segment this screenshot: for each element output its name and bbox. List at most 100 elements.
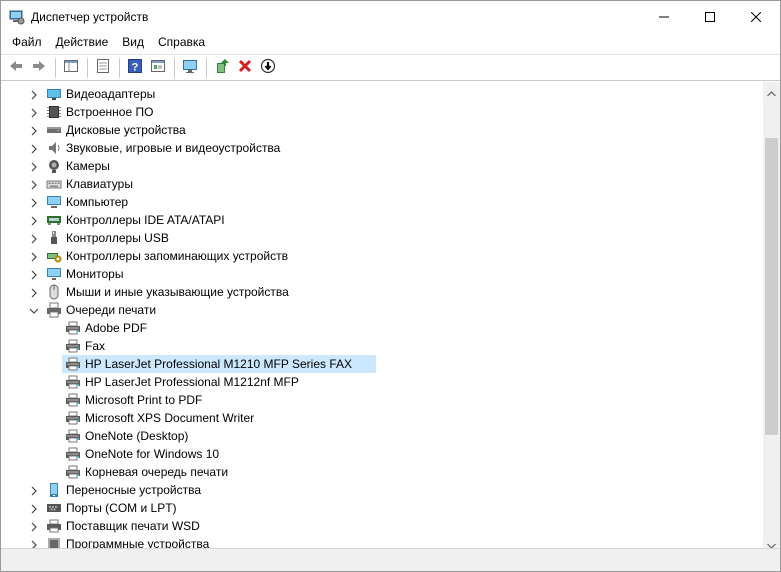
- tree-device-row[interactable]: HP LaserJet Professional M1210 MFP Serie…: [1, 355, 763, 373]
- tree-category-row[interactable]: Переносные устройства: [1, 481, 763, 499]
- device-props-icon: [150, 58, 166, 77]
- printer-icon: [65, 446, 81, 462]
- properties-pane-icon: [63, 58, 79, 77]
- chevron-right-icon[interactable]: [29, 107, 39, 118]
- printer-icon: [65, 338, 81, 354]
- menu-action[interactable]: Действие: [49, 32, 116, 53]
- disable-device-button[interactable]: [257, 57, 279, 79]
- disable-device-icon: [260, 58, 276, 77]
- status-bar: [1, 548, 780, 571]
- tree-category-row[interactable]: Видеоадаптеры: [1, 85, 763, 103]
- monitor-scan-icon: [182, 58, 198, 77]
- chevron-right-icon[interactable]: [29, 269, 39, 280]
- tree-row-label: Компьютер: [66, 195, 129, 209]
- chevron-right-icon[interactable]: [29, 287, 39, 298]
- back-button[interactable]: [5, 57, 27, 79]
- tree-category-row[interactable]: Звуковые, игровые и видеоустройства: [1, 139, 763, 157]
- vertical-scrollbar[interactable]: [763, 82, 780, 549]
- uninstall-button[interactable]: [234, 57, 256, 79]
- tree-row-label: HP LaserJet Professional M1210 MFP Serie…: [85, 357, 353, 371]
- port-icon: [46, 500, 62, 516]
- keyboard-icon: [46, 176, 62, 192]
- maximize-button[interactable]: [687, 1, 733, 32]
- tree-device-row[interactable]: Microsoft Print to PDF: [1, 391, 763, 409]
- tree-category-row[interactable]: Порты (COM и LPT): [1, 499, 763, 517]
- tree-row-label: Видеоадаптеры: [66, 87, 156, 101]
- chevron-right-icon[interactable]: [29, 125, 39, 136]
- tree-device-row[interactable]: OneNote (Desktop): [1, 427, 763, 445]
- chevron-right-icon[interactable]: [29, 161, 39, 172]
- tree-row-label: OneNote (Desktop): [85, 429, 189, 443]
- device-tree[interactable]: Видеоадаптеры Встроенное ПО Дисковые устро…: [1, 82, 763, 548]
- print-queue-icon: [46, 302, 62, 318]
- tree-device-row[interactable]: Корневая очередь печати: [1, 463, 763, 481]
- software-device-icon: [46, 536, 62, 548]
- tree-device-row[interactable]: Fax: [1, 337, 763, 355]
- toolbar-separator: [55, 57, 56, 78]
- title-bar[interactable]: Диспетчер устройств: [1, 1, 780, 32]
- scan-hardware-button[interactable]: [179, 57, 201, 79]
- chevron-right-icon[interactable]: [29, 179, 39, 190]
- tree-row-label: Поставщик печати WSD: [66, 519, 200, 533]
- chevron-right-icon[interactable]: [29, 233, 39, 244]
- svg-text:?: ?: [132, 62, 139, 74]
- menu-file[interactable]: Файл: [5, 32, 49, 53]
- chevron-right-icon[interactable]: [29, 143, 39, 154]
- tree-row-label: Контроллеры IDE ATA/ATAPI: [66, 213, 225, 227]
- printer-icon: [65, 410, 81, 426]
- camera-icon: [46, 158, 62, 174]
- tree-row-label: Контроллеры USB: [66, 231, 169, 245]
- tree-category-row[interactable]: Контроллеры USB: [1, 229, 763, 247]
- chevron-down-icon[interactable]: [29, 305, 39, 315]
- device-properties-button[interactable]: [147, 57, 169, 79]
- tree-category-row[interactable]: Контроллеры IDE ATA/ATAPI: [1, 211, 763, 229]
- tree-category-row[interactable]: Поставщик печати WSD: [1, 517, 763, 535]
- chevron-right-icon[interactable]: [29, 89, 39, 100]
- tree-device-row[interactable]: OneNote for Windows 10: [1, 445, 763, 463]
- tree-category-row[interactable]: Компьютер: [1, 193, 763, 211]
- printer-icon: [65, 320, 81, 336]
- chevron-right-icon[interactable]: [29, 215, 39, 226]
- ide-controller-icon: [46, 212, 62, 228]
- minimize-button[interactable]: [641, 1, 687, 32]
- printer-icon: [65, 428, 81, 444]
- chevron-right-icon[interactable]: [29, 521, 39, 532]
- chevron-right-icon[interactable]: [29, 197, 39, 208]
- tree-category-row[interactable]: Дисковые устройства: [1, 121, 763, 139]
- disk-drive-icon: [46, 122, 62, 138]
- tree-category-row[interactable]: Камеры: [1, 157, 763, 175]
- tree-category-row[interactable]: Встроенное ПО: [1, 103, 763, 121]
- chevron-right-icon[interactable]: [29, 251, 39, 262]
- help-button[interactable]: ?: [124, 57, 146, 79]
- tree-category-row[interactable]: Мониторы: [1, 265, 763, 283]
- menu-view[interactable]: Вид: [115, 32, 151, 53]
- chevron-right-icon[interactable]: [29, 503, 39, 514]
- scroll-up-icon[interactable]: [767, 86, 776, 100]
- chevron-right-icon[interactable]: [29, 539, 39, 548]
- printer-icon: [65, 464, 81, 480]
- tree-row-label: Порты (COM и LPT): [66, 501, 177, 515]
- printer-icon: [65, 356, 81, 372]
- tree-category-row[interactable]: Очереди печати: [1, 301, 763, 319]
- tree-category-row[interactable]: Клавиатуры: [1, 175, 763, 193]
- menu-help[interactable]: Справка: [151, 32, 212, 53]
- tree-row-label: Встроенное ПО: [66, 105, 154, 119]
- update-driver-button[interactable]: [211, 57, 233, 79]
- tree-row-label: Мыши и иные указывающие устройства: [66, 285, 289, 299]
- show-hide-button[interactable]: [92, 57, 114, 79]
- properties-pane-button[interactable]: [60, 57, 82, 79]
- tree-category-row[interactable]: Мыши и иные указывающие устройства: [1, 283, 763, 301]
- tree-row-label: Microsoft Print to PDF: [85, 393, 203, 407]
- close-button[interactable]: [733, 1, 779, 32]
- tree-device-row[interactable]: Microsoft XPS Document Writer: [1, 409, 763, 427]
- tree-category-row[interactable]: Программные устройства: [1, 535, 763, 548]
- device-manager-window: Диспетчер устройств Файл Действие Вид Сп…: [0, 0, 781, 572]
- scrollbar-thumb[interactable]: [765, 138, 778, 435]
- forward-button[interactable]: [28, 57, 50, 79]
- chevron-right-icon[interactable]: [29, 485, 39, 496]
- tree-device-row[interactable]: Adobe PDF: [1, 319, 763, 337]
- portable-device-icon: [46, 482, 62, 498]
- tree-category-row[interactable]: Контроллеры запоминающих устройств: [1, 247, 763, 265]
- tree-device-row[interactable]: HP LaserJet Professional M1212nf MFP: [1, 373, 763, 391]
- device-manager-app-icon: [9, 9, 25, 25]
